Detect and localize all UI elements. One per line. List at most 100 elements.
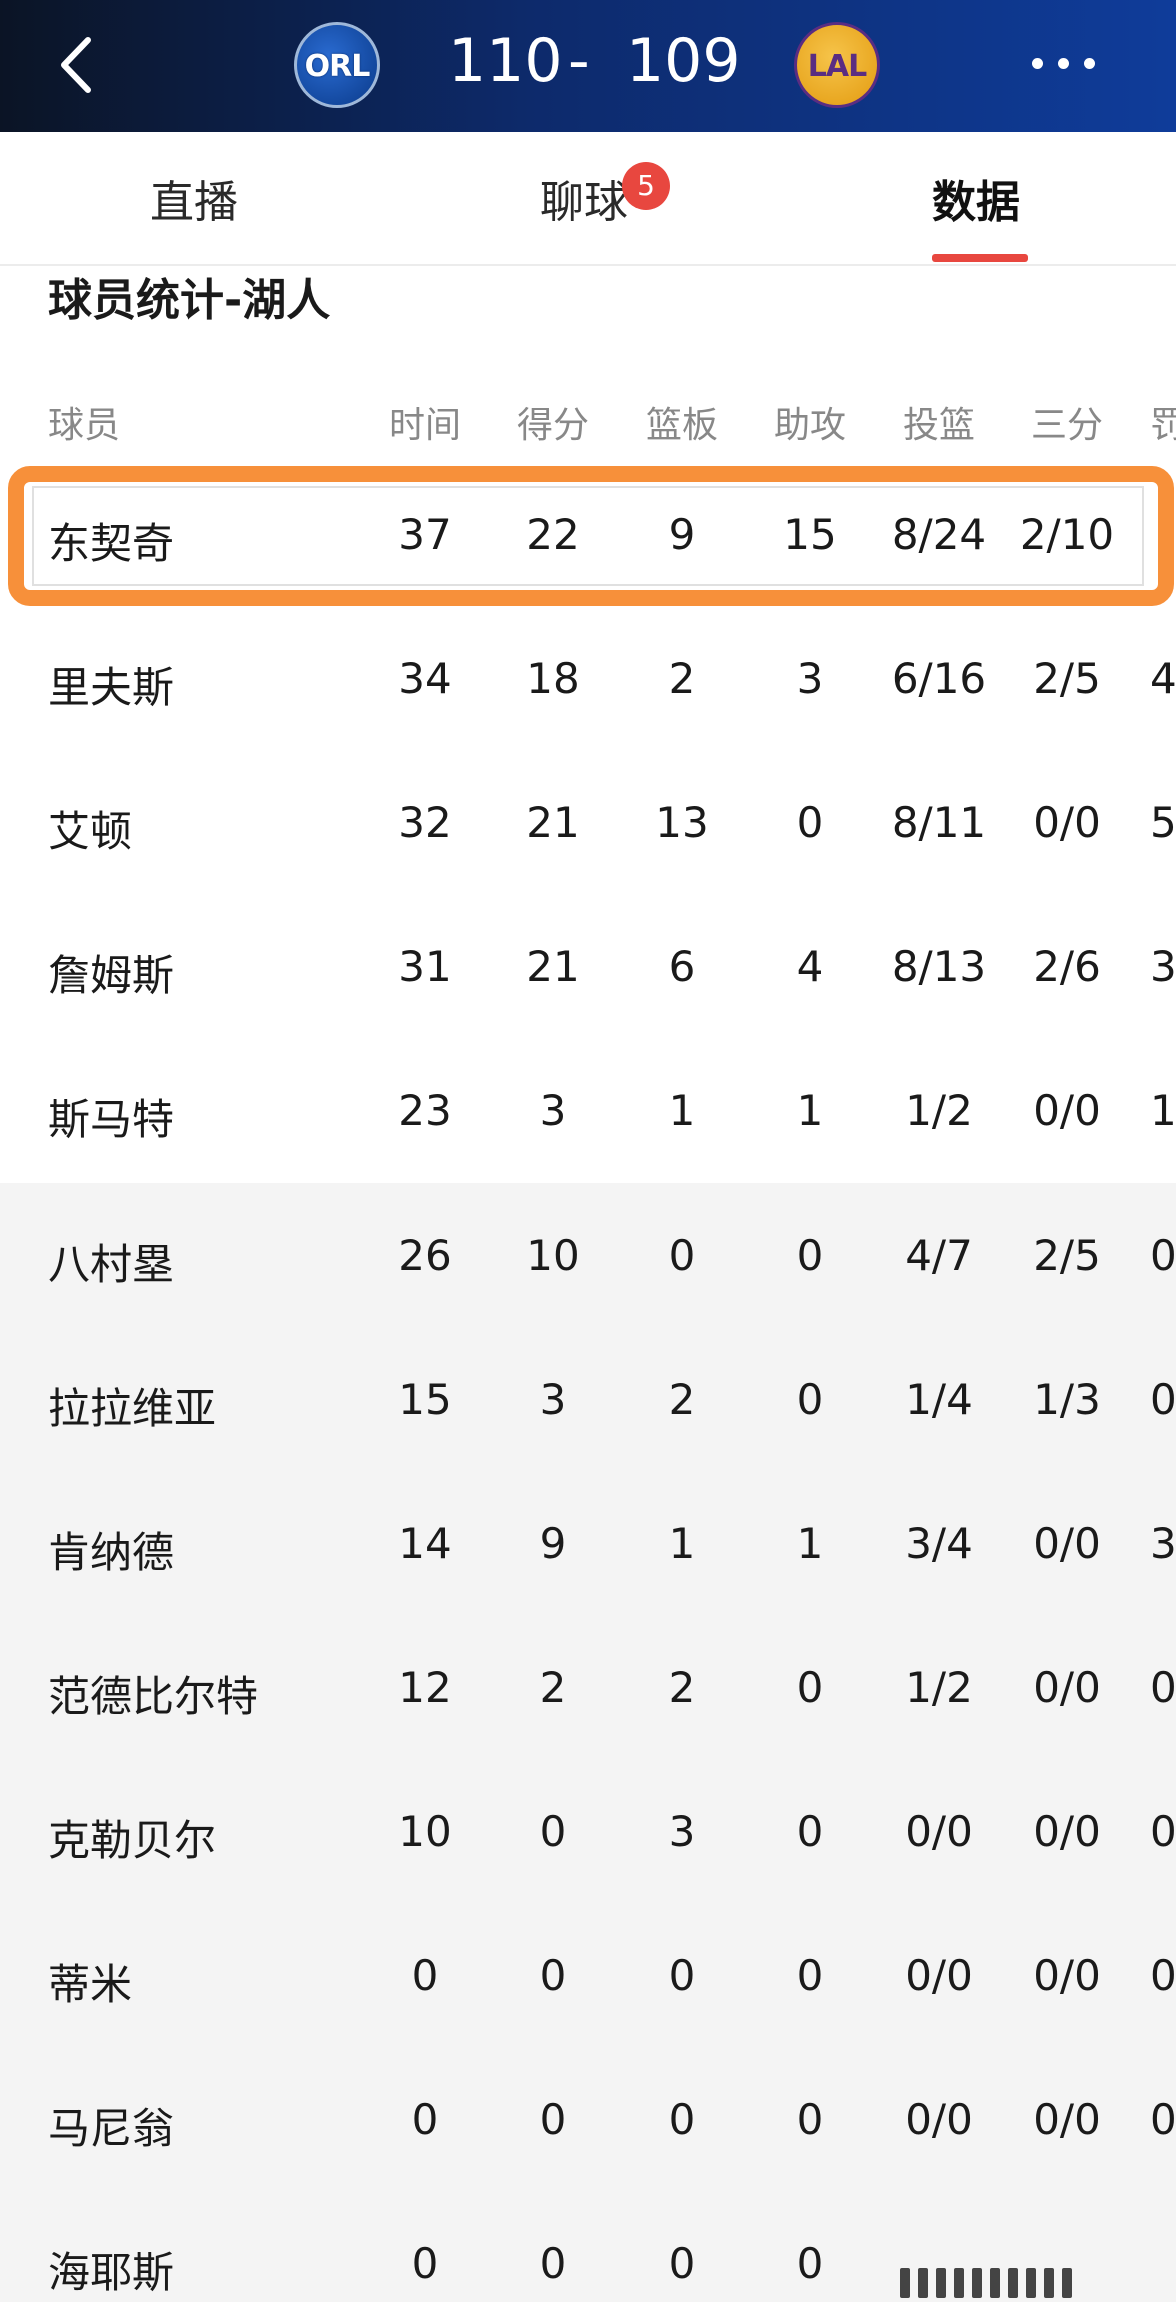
- stat-fg: 8/13: [891, 942, 987, 991]
- player-name[interactable]: 海耶斯: [48, 2239, 348, 2300]
- player-name[interactable]: 八村塁: [48, 1231, 348, 1292]
- col-header-minutes[interactable]: 时间: [370, 396, 480, 448]
- stat-fg: 8/24: [891, 510, 987, 559]
- table-row[interactable]: 肯纳德 14 9 1 1 3/4 0/0 3: [0, 1471, 1176, 1615]
- stat-points: 21: [526, 942, 580, 991]
- stat-ft: 0: [1150, 1231, 1176, 1280]
- table-row[interactable]: 里夫斯 34 18 2 3 6/16 2/5 4: [0, 606, 1176, 750]
- stat-minutes: 0: [411, 2239, 439, 2288]
- player-name[interactable]: 詹姆斯: [48, 942, 348, 1003]
- table-row[interactable]: 马尼翁 0 0 0 0 0/0 0/0 0: [0, 2047, 1176, 2191]
- stat-assists: 0: [796, 1231, 824, 1280]
- more-options-icon[interactable]: [1032, 58, 1096, 72]
- back-arrow-icon[interactable]: [52, 30, 112, 100]
- stat-minutes: 0: [411, 1951, 439, 2000]
- stat-fg: 0/0: [905, 2095, 973, 2144]
- score-separator: -: [568, 26, 590, 96]
- stat-points: 3: [539, 1086, 567, 1135]
- stat-points: 0: [539, 2095, 567, 2144]
- stat-rebounds: 6: [668, 942, 696, 991]
- stat-ft: 3: [1150, 942, 1176, 991]
- home-team-logo[interactable]: ORL: [294, 22, 380, 108]
- away-team-logo[interactable]: LAL: [794, 22, 880, 108]
- stat-rebounds: 1: [668, 1519, 696, 1568]
- stat-points: 9: [539, 1519, 567, 1568]
- stat-3pt: 2/10: [1019, 510, 1115, 559]
- col-header-rebounds[interactable]: 篮板: [627, 396, 737, 448]
- stat-ft: 0: [1150, 1663, 1176, 1712]
- stat-rebounds: 2: [668, 1375, 696, 1424]
- tab-data[interactable]: 数据: [932, 166, 1020, 230]
- stat-fg: 0/0: [905, 1807, 973, 1856]
- table-row[interactable]: 斯马特 23 3 1 1 1/2 0/0 1: [0, 1038, 1176, 1182]
- stat-points: 10: [526, 1231, 580, 1280]
- table-row[interactable]: 克勒贝尔 10 0 3 0 0/0 0/0 0: [0, 1759, 1176, 1903]
- table-row[interactable]: 拉拉维亚 15 3 2 0 1/4 1/3 0: [0, 1327, 1176, 1471]
- stat-points: 21: [526, 798, 580, 847]
- stat-assists: 0: [796, 1807, 824, 1856]
- table-row[interactable]: 蒂米 0 0 0 0 0/0 0/0 0: [0, 1903, 1176, 2047]
- stat-rebounds: 13: [655, 798, 709, 847]
- stat-fg: 6/16: [891, 654, 987, 703]
- player-name[interactable]: 肯纳德: [48, 1519, 348, 1580]
- stat-assists: 15: [783, 510, 837, 559]
- col-header-assists[interactable]: 助攻: [755, 396, 865, 448]
- stat-points: 18: [526, 654, 580, 703]
- stat-3pt: 0/0: [1033, 798, 1101, 847]
- stat-3pt: 0/0: [1033, 1807, 1101, 1856]
- player-name[interactable]: 蒂米: [48, 1951, 348, 2012]
- stat-minutes: 14: [398, 1519, 452, 1568]
- table-row[interactable]: 东契奇 37 22 9 15 8/24 2/10: [0, 462, 1176, 606]
- stat-points: 2: [539, 1663, 567, 1712]
- table-row[interactable]: 八村塁 26 10 0 0 4/7 2/5 0: [0, 1183, 1176, 1327]
- player-name[interactable]: 艾顿: [48, 798, 348, 859]
- stat-minutes: 15: [398, 1375, 452, 1424]
- stat-3pt: 2/6: [1033, 942, 1101, 991]
- col-header-3pt[interactable]: 三分: [1012, 396, 1122, 448]
- stat-assists: 0: [796, 1375, 824, 1424]
- stat-3pt: 0/0: [1033, 1663, 1101, 1712]
- stat-rebounds: 3: [668, 1807, 696, 1856]
- stat-rebounds: 2: [668, 654, 696, 703]
- stat-points: 0: [539, 2239, 567, 2288]
- stat-assists: 0: [796, 2239, 824, 2288]
- table-row[interactable]: 詹姆斯 31 21 6 4 8/13 2/6 3: [0, 894, 1176, 1038]
- stat-fg: 3/4: [905, 1519, 973, 1568]
- stat-fg: 0/0: [905, 1951, 973, 2000]
- stat-assists: 3: [796, 654, 824, 703]
- player-name[interactable]: 东契奇: [48, 510, 348, 571]
- player-name[interactable]: 克勒贝尔: [48, 1807, 348, 1868]
- tab-live[interactable]: 直播: [150, 166, 238, 230]
- col-header-ft[interactable]: 罚: [1150, 396, 1176, 448]
- table-row[interactable]: 艾顿 32 21 13 0 8/11 0/0 5: [0, 750, 1176, 894]
- player-name[interactable]: 拉拉维亚: [48, 1375, 348, 1436]
- player-name[interactable]: 斯马特: [48, 1086, 348, 1147]
- stat-assists: 4: [796, 942, 824, 991]
- stat-rebounds: 0: [668, 2239, 696, 2288]
- stat-minutes: 34: [398, 654, 452, 703]
- stat-points: 0: [539, 1951, 567, 2000]
- stat-ft: 5: [1150, 798, 1176, 847]
- col-header-points[interactable]: 得分: [498, 396, 608, 448]
- player-name[interactable]: 马尼翁: [48, 2095, 348, 2156]
- stat-ft: 1: [1150, 1086, 1176, 1135]
- table-row[interactable]: 范德比尔特 12 2 2 0 1/2 0/0 0: [0, 1615, 1176, 1759]
- player-name[interactable]: 里夫斯: [48, 654, 348, 715]
- stat-fg: 1/4: [905, 1375, 973, 1424]
- stat-rebounds: 2: [668, 1663, 696, 1712]
- stat-minutes: 26: [398, 1231, 452, 1280]
- stat-ft: 0: [1150, 2095, 1176, 2144]
- stat-rebounds: 0: [668, 2095, 696, 2144]
- col-header-fg[interactable]: 投篮: [884, 396, 994, 448]
- stat-minutes: 12: [398, 1663, 452, 1712]
- watermark-bars-icon: [900, 2268, 1140, 2302]
- stat-3pt: 2/5: [1033, 654, 1101, 703]
- stat-ft: 0: [1150, 1807, 1176, 1856]
- stat-rebounds: 9: [668, 510, 696, 559]
- stat-fg: 1/2: [905, 1663, 973, 1712]
- stat-3pt: 2/5: [1033, 1231, 1101, 1280]
- player-name[interactable]: 范德比尔特: [48, 1663, 348, 1724]
- stat-assists: 1: [796, 1086, 824, 1135]
- stat-minutes: 32: [398, 798, 452, 847]
- tab-chat[interactable]: 聊球: [540, 166, 628, 230]
